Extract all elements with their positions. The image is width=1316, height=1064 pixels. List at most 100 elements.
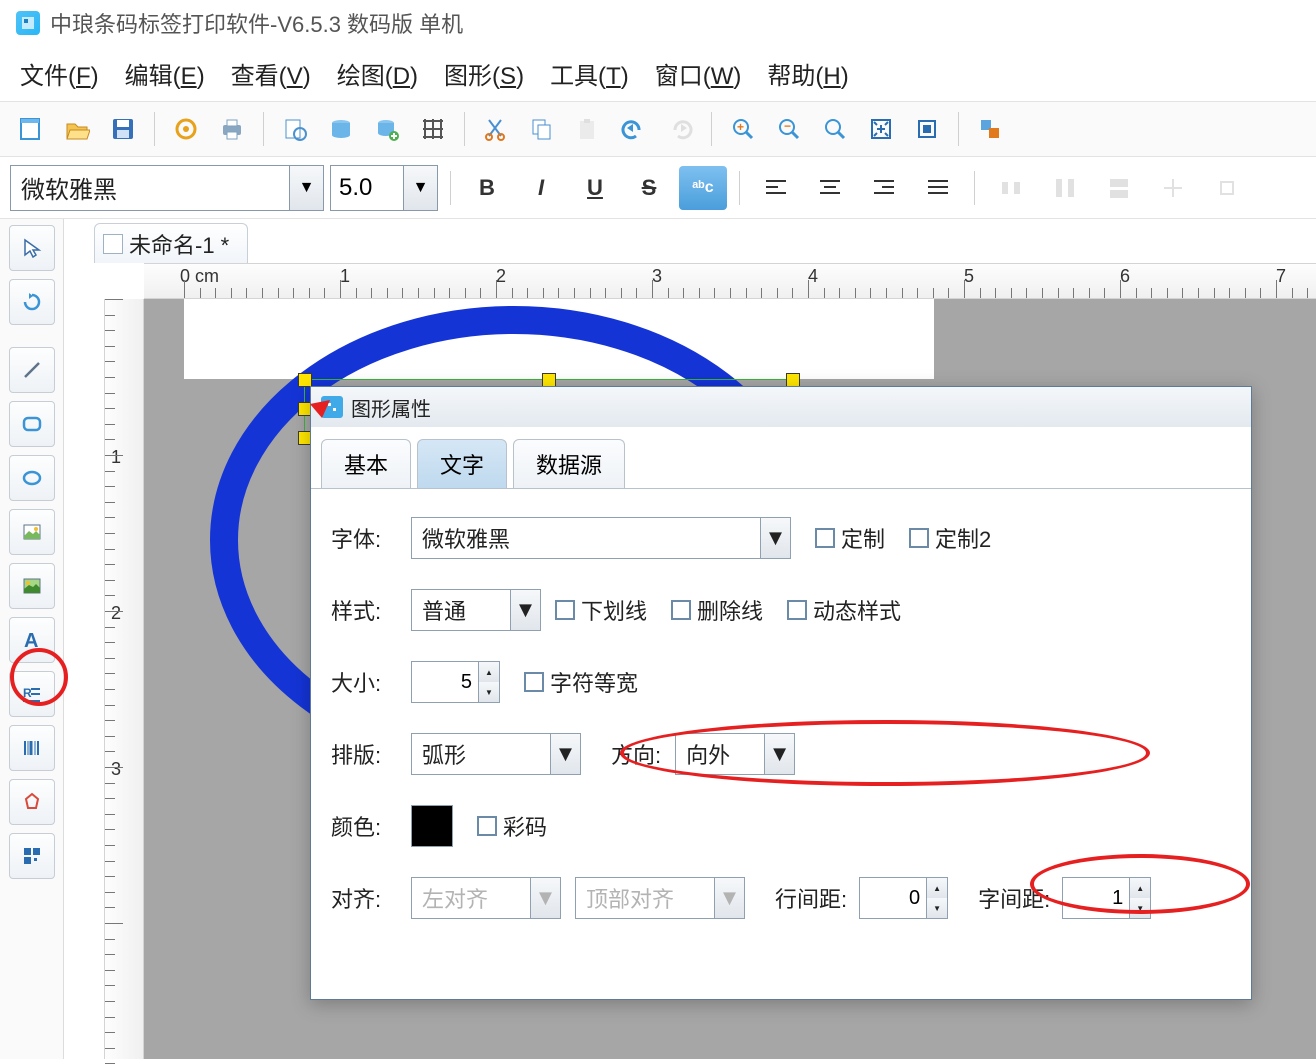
size-input[interactable] <box>411 661 479 703</box>
rounded-rect-tool[interactable] <box>9 401 55 447</box>
new-button[interactable] <box>10 109 52 149</box>
dropdown-icon[interactable]: ▼ <box>403 166 437 210</box>
distrib-5-button[interactable] <box>1203 166 1251 210</box>
fit-button[interactable] <box>860 109 902 149</box>
spin-up-icon[interactable]: ▲ <box>1130 878 1150 898</box>
strike-button[interactable]: S <box>625 166 673 210</box>
distrib-2-button[interactable] <box>1041 166 1089 210</box>
align-right-button[interactable] <box>860 166 908 210</box>
menu-shape[interactable]: 图形(S) <box>444 56 524 91</box>
menu-draw[interactable]: 绘图(D) <box>337 56 418 91</box>
database-button[interactable] <box>320 109 362 149</box>
dialog-icon <box>321 396 343 418</box>
dropdown-icon[interactable]: ▼ <box>760 518 790 558</box>
line-tool[interactable] <box>9 347 55 393</box>
bold-button[interactable]: B <box>463 166 511 210</box>
menu-tool[interactable]: 工具(T) <box>550 56 629 91</box>
distrib-4-button[interactable] <box>1149 166 1197 210</box>
save-button[interactable] <box>102 109 144 149</box>
menu-window[interactable]: 窗口(W) <box>655 56 742 91</box>
spin-down-icon[interactable]: ▼ <box>927 898 947 918</box>
open-button[interactable] <box>56 109 98 149</box>
size-spinner[interactable]: ▲▼ <box>411 661 500 703</box>
checkbox-underline[interactable]: 下划线 <box>555 594 647 626</box>
style-combo[interactable]: 普通 ▼ <box>411 589 541 631</box>
preview-button[interactable] <box>274 109 316 149</box>
menu-file[interactable]: 文件(F) <box>20 56 99 91</box>
dropdown-icon[interactable]: ▼ <box>764 734 794 774</box>
dropdown-icon: ▼ <box>714 878 744 918</box>
spin-down-icon[interactable]: ▼ <box>479 682 499 702</box>
rotate-tool[interactable] <box>9 279 55 325</box>
underline-button[interactable]: U <box>571 166 619 210</box>
select-tool[interactable] <box>9 225 55 271</box>
copy-button[interactable] <box>521 109 563 149</box>
layout-combo[interactable]: 弧形 ▼ <box>411 733 581 775</box>
distrib-1-button[interactable] <box>987 166 1035 210</box>
italic-button[interactable]: I <box>517 166 565 210</box>
qrcode-tool[interactable] <box>9 833 55 879</box>
checkbox-custom1[interactable]: 定制 <box>815 522 885 554</box>
menu-view[interactable]: 查看(V) <box>231 56 311 91</box>
charspace-spinner[interactable]: ▲▼ <box>1062 877 1151 919</box>
color-swatch[interactable] <box>411 805 453 847</box>
fullscreen-button[interactable] <box>906 109 948 149</box>
ellipse-tool[interactable] <box>9 455 55 501</box>
charspace-input[interactable] <box>1062 877 1130 919</box>
picture-tool[interactable] <box>9 563 55 609</box>
menu-edit[interactable]: 编辑(E) <box>125 56 205 91</box>
side-toolbar: A R <box>0 219 64 1059</box>
properties-dialog[interactable]: 图形属性 基本 文字 数据源 字体: 微软雅黑 ▼ 定制 定制2 样式: 普通 … <box>310 386 1252 1000</box>
main-toolbar: + − <box>0 101 1316 157</box>
group-button[interactable] <box>969 109 1011 149</box>
zoom-out-button[interactable]: − <box>768 109 810 149</box>
checkbox-dynamic[interactable]: 动态样式 <box>787 594 901 626</box>
zoom-reset-button[interactable] <box>814 109 856 149</box>
svg-text:−: − <box>784 119 791 133</box>
tab-basic[interactable]: 基本 <box>321 439 411 488</box>
tab-datasource[interactable]: 数据源 <box>513 439 625 488</box>
spin-up-icon[interactable]: ▲ <box>927 878 947 898</box>
richtext-tool[interactable]: R <box>9 671 55 717</box>
grid-button[interactable] <box>412 109 454 149</box>
checkbox-colorcode[interactable]: 彩码 <box>477 810 547 842</box>
linespace-input[interactable] <box>859 877 927 919</box>
font-family-select[interactable]: 微软雅黑 ▼ <box>10 165 324 211</box>
document-tab[interactable]: 未命名-1 * <box>94 223 248 263</box>
database-add-button[interactable] <box>366 109 408 149</box>
tab-text[interactable]: 文字 <box>417 439 507 488</box>
align-left-button[interactable] <box>752 166 800 210</box>
label-style: 样式: <box>331 594 411 626</box>
cut-button[interactable] <box>475 109 517 149</box>
image-tool[interactable] <box>9 509 55 555</box>
barcode-tool[interactable] <box>9 725 55 771</box>
font-size-select[interactable]: 5.0 ▼ <box>330 165 438 211</box>
text-tool[interactable]: A <box>9 617 55 663</box>
spin-up-icon[interactable]: ▲ <box>479 662 499 682</box>
checkbox-custom2[interactable]: 定制2 <box>909 522 991 554</box>
dropdown-icon[interactable]: ▼ <box>510 590 540 630</box>
undo-button[interactable] <box>613 109 655 149</box>
dialog-title-bar[interactable]: 图形属性 <box>311 387 1251 427</box>
linespace-spinner[interactable]: ▲▼ <box>859 877 948 919</box>
dropdown-icon[interactable]: ▼ <box>289 166 323 210</box>
paste-button[interactable] <box>567 109 609 149</box>
dropdown-icon[interactable]: ▼ <box>550 734 580 774</box>
title-bar: 中琅条码标签打印软件-V6.5.3 数码版 单机 <box>0 0 1316 46</box>
checkbox-mono[interactable]: 字符等宽 <box>524 666 638 698</box>
settings-button[interactable] <box>165 109 207 149</box>
app-title: 中琅条码标签打印软件-V6.5.3 数码版 单机 <box>50 7 463 39</box>
align-center-button[interactable] <box>806 166 854 210</box>
zoom-in-button[interactable]: + <box>722 109 764 149</box>
font-combo[interactable]: 微软雅黑 ▼ <box>411 517 791 559</box>
distrib-3-button[interactable] <box>1095 166 1143 210</box>
print-button[interactable] <box>211 109 253 149</box>
menu-help[interactable]: 帮助(H) <box>767 56 848 91</box>
direction-combo[interactable]: 向外 ▼ <box>675 733 795 775</box>
redo-button[interactable] <box>659 109 701 149</box>
text-effect-button[interactable]: ᵃᵇс <box>679 166 727 210</box>
align-justify-button[interactable] <box>914 166 962 210</box>
checkbox-strike[interactable]: 删除线 <box>671 594 763 626</box>
spin-down-icon[interactable]: ▼ <box>1130 898 1150 918</box>
shape-tool[interactable] <box>9 779 55 825</box>
